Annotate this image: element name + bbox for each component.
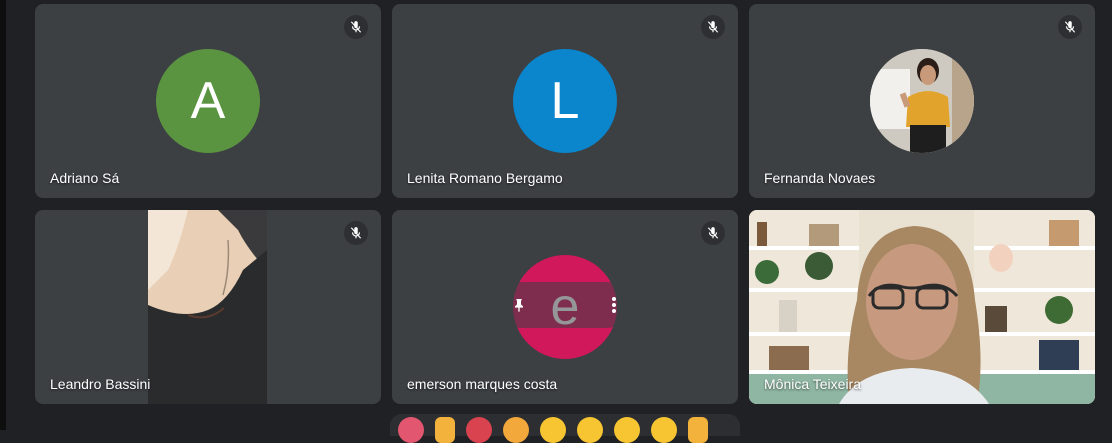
participant-name: Lenita Romano Bergamo	[407, 170, 563, 186]
laugh-reaction-icon[interactable]	[540, 417, 566, 443]
participant-name: Fernanda Novaes	[764, 170, 876, 186]
left-edge	[0, 0, 6, 430]
participant-tile-emerson[interactable]: e emerson marques costa	[392, 210, 738, 404]
surprised-reaction-icon[interactable]	[577, 417, 603, 443]
clap-reaction-icon[interactable]	[503, 417, 529, 443]
participant-name: Adriano Sá	[50, 170, 120, 186]
mic-off-icon	[701, 221, 725, 245]
thumbs-up-reaction-icon[interactable]	[435, 417, 455, 443]
participant-tile-adriano[interactable]: A Adriano Sá	[35, 4, 381, 198]
participant-tile-lenita[interactable]: L Lenita Romano Bergamo	[392, 4, 738, 198]
pin-icon[interactable]	[511, 297, 527, 313]
mic-off-icon	[701, 15, 725, 39]
participant-tile-monica[interactable]: Mônica Teixeira	[749, 210, 1095, 404]
participant-name: Mônica Teixeira	[764, 376, 862, 392]
thumbs-down-reaction-icon[interactable]	[688, 417, 708, 443]
profile-photo	[870, 49, 974, 153]
participant-tile-leandro[interactable]: Leandro Bassini	[35, 210, 381, 404]
participant-tile-fernanda[interactable]: Fernanda Novaes	[749, 4, 1095, 198]
thinking-reaction-icon[interactable]	[651, 417, 677, 443]
more-vert-icon[interactable]	[611, 296, 617, 314]
avatar: A	[156, 49, 260, 153]
participant-name: Leandro Bassini	[50, 376, 151, 392]
mic-off-icon	[1058, 15, 1082, 39]
participant-name: emerson marques costa	[407, 376, 558, 392]
tile-hover-controls	[499, 282, 629, 328]
camera-video	[148, 210, 267, 404]
avatar-initial: L	[550, 72, 580, 130]
camera-video	[749, 210, 1095, 404]
heart-reaction-icon[interactable]	[398, 417, 424, 443]
mic-off-icon	[344, 15, 368, 39]
avatar: L	[513, 49, 617, 153]
party-reaction-icon[interactable]	[466, 417, 492, 443]
reactions-bar	[390, 414, 740, 443]
avatar-initial: A	[190, 72, 226, 130]
sad-reaction-icon[interactable]	[614, 417, 640, 443]
mic-off-icon	[344, 221, 368, 245]
